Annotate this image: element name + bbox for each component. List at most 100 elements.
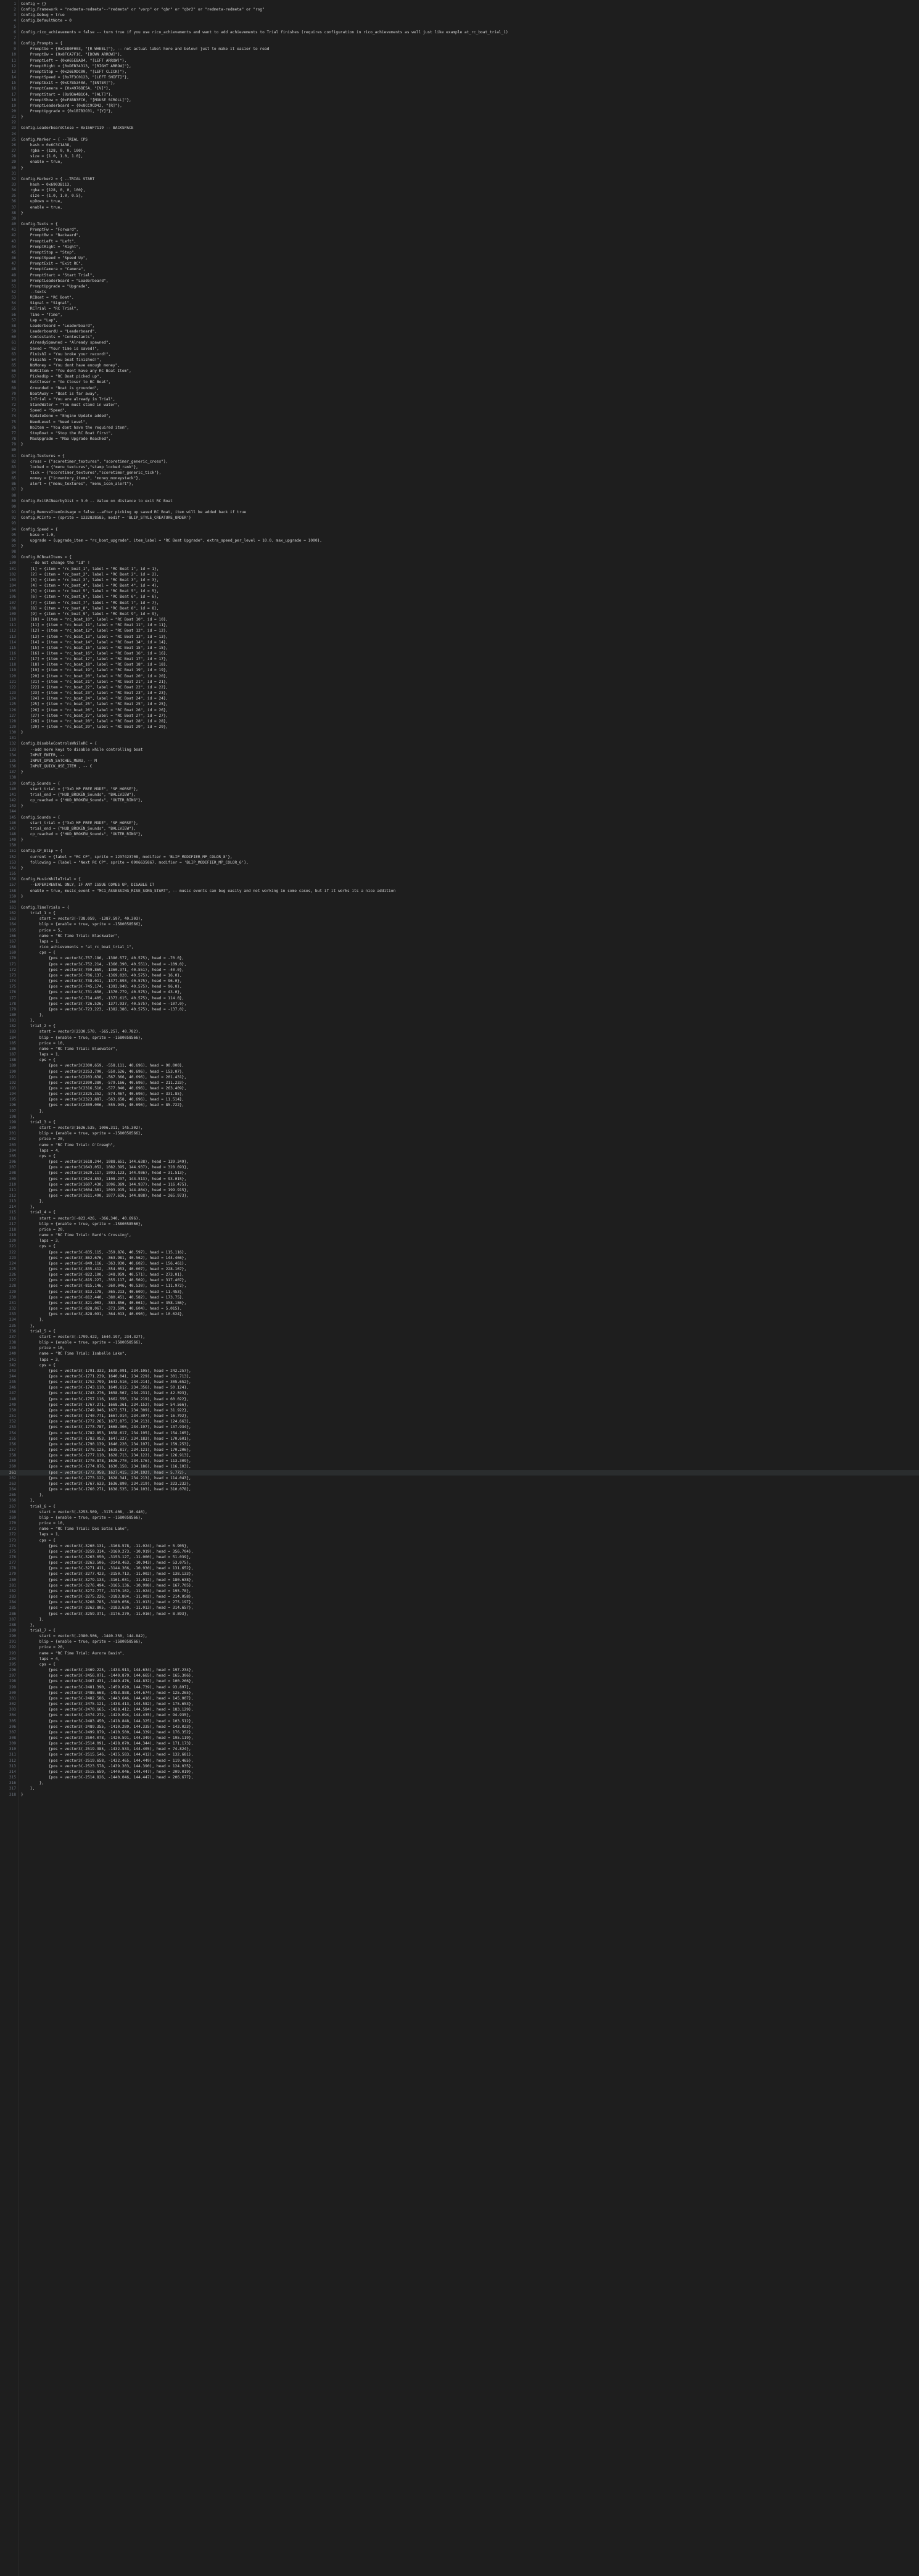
code-line[interactable]: 121 [21] = {item = "rc_boat_21", label =… <box>0 679 919 685</box>
line-text[interactable]: price = 20, <box>21 1645 65 1649</box>
code-line[interactable]: 248 {pos = vector3(-1757.116, 1662.556, … <box>0 1397 919 1402</box>
line-text[interactable]: [16] = {item = "rc_boat_16", label = "RC… <box>21 651 168 656</box>
line-text[interactable]: price = 10, <box>21 1346 65 1350</box>
code-line[interactable]: 140 start_trial = {"3xD_MP_FREE_MODE", "… <box>0 786 919 792</box>
line-text[interactable]: {pos = vector3(-3268.785, -3180.056, -11… <box>21 1600 194 1604</box>
line-text[interactable]: trial_3 = { <box>21 1120 56 1125</box>
code-line[interactable]: 51 PromptUpgrade = "Upgrade", <box>0 284 919 289</box>
code-line[interactable]: 100 --do not change the "id" ! <box>0 560 919 566</box>
code-line[interactable]: 63 FinishI = "You broke your record!", <box>0 352 919 357</box>
line-text[interactable]: {pos = vector3(-1790.139, 1640.220, 234.… <box>21 1442 191 1447</box>
code-line[interactable]: 257 {pos = vector3(-1778.125, 1635.817, … <box>0 1447 919 1453</box>
line-text[interactable]: Config.rico_achievements = false -- turn… <box>21 30 508 35</box>
code-line[interactable]: 272 laps = 1, <box>0 1532 919 1537</box>
code-line[interactable]: 217 blip = {enable = true, sprite = -158… <box>0 1221 919 1227</box>
line-text[interactable]: Leaderboard = "Leaderboard", <box>21 324 94 328</box>
code-line[interactable]: 150 <box>0 843 919 848</box>
line-text[interactable]: {pos = vector3(-3279.133, -3161.031, -11… <box>21 1578 194 1582</box>
line-text[interactable]: [11] = {item = "rc_boat_11", label = "RC… <box>21 623 168 627</box>
code-line[interactable]: 258 {pos = vector3(-1777.110, 1628.713, … <box>0 1453 919 1458</box>
line-text[interactable]: {pos = vector3(-1752.799, 1643.516, 234.… <box>21 1380 191 1384</box>
line-text[interactable]: {pos = vector3(-2482.586, -1443.646, 144… <box>21 1696 194 1701</box>
line-text[interactable]: FinishI = "You broke your record!", <box>21 352 110 357</box>
line-text[interactable]: {pos = vector3(-723.223, -1382.386, 40.5… <box>21 1007 187 1012</box>
code-line[interactable]: 265 }, <box>0 1492 919 1498</box>
line-text[interactable]: Config.Textures = { <box>21 454 65 458</box>
line-text[interactable]: }, <box>21 1781 44 1785</box>
line-text[interactable]: --do not change the "id" ! <box>21 561 90 565</box>
code-line[interactable]: 58 Leaderboard = "Leaderboard", <box>0 323 919 329</box>
line-text[interactable]: MaxUpgrade = "Max Upgrade Reached", <box>21 437 110 441</box>
code-line[interactable]: 311 {pos = vector3(-2515.546, -1435.583,… <box>0 1752 919 1757</box>
line-text[interactable]: }, <box>21 1623 35 1627</box>
line-text[interactable]: price = 10, <box>21 1041 65 1046</box>
code-line[interactable]: 296 {pos = vector3(-2469.225, -1434.913,… <box>0 1667 919 1673</box>
line-text[interactable]: }, <box>21 1013 44 1017</box>
line-text[interactable]: INPUT_QUICK_USE_ITEM , -- C <box>21 764 93 769</box>
code-line[interactable]: 72 StandWater = "You must stand in water… <box>0 402 919 408</box>
code-line[interactable]: 129 [29] = {item = "rc_boat_29", label =… <box>0 724 919 730</box>
code-line[interactable]: 274 {pos = vector3(-3260.131, -3168.578,… <box>0 1543 919 1549</box>
line-text[interactable]: {pos = vector3(2325.352, -574.467, 40.69… <box>21 1092 184 1096</box>
code-line[interactable]: 278 {pos = vector3(-3271.411, -3144.366,… <box>0 1566 919 1571</box>
line-text[interactable]: } <box>21 544 23 548</box>
code-line[interactable]: 94 Config.Speed = { <box>0 527 919 532</box>
code-line[interactable]: 122 [22] = {item = "rc_boat_22", label =… <box>0 685 919 690</box>
line-text[interactable]: enable = true, <box>21 160 62 164</box>
line-text[interactable]: {pos = vector3(-1740.771, 1667.914, 234.… <box>21 1414 189 1418</box>
code-line[interactable]: 37 enable = true, <box>0 205 919 210</box>
line-text[interactable]: name = "RC Time Trial: Isabelle Lake", <box>21 1352 127 1356</box>
line-text[interactable]: {pos = vector3(-1791.332, 1639.091, 234.… <box>21 1369 191 1373</box>
line-text[interactable]: [3] = {item = "rc_boat_3", label = "RC B… <box>21 578 159 582</box>
code-line[interactable]: 60 Contestants = "Contestants", <box>0 334 919 340</box>
line-text[interactable]: start = vector3(-823.426, -366.340, 40.6… <box>21 1216 141 1221</box>
code-line[interactable]: 5 <box>0 24 919 30</box>
line-text[interactable]: price = 5, <box>21 928 62 933</box>
code-line[interactable]: 318} <box>0 1792 919 1798</box>
line-text[interactable]: name = "RC Time Trial: Blackwater", <box>21 934 120 938</box>
line-text[interactable]: Config = {} <box>21 2 46 6</box>
code-line[interactable]: 251 {pos = vector3(-1740.771, 1667.914, … <box>0 1413 919 1419</box>
line-text[interactable]: [17] = {item = "rc_boat_17", label = "RC… <box>21 657 168 661</box>
code-line[interactable]: 81 Config.Textures = { <box>0 453 919 459</box>
code-line[interactable]: 288 }, <box>0 1622 919 1628</box>
code-line[interactable]: 69 Grounded = "Boat is grounded", <box>0 386 919 391</box>
code-line[interactable]: 172 {pos = vector3(-709.869, -1360.371, … <box>0 967 919 973</box>
line-text[interactable]: PromptStart = {0x9DA4B1C4, "[ALT]"}, <box>21 93 113 97</box>
line-text[interactable]: trial_4 = { <box>21 1210 56 1215</box>
line-text[interactable]: Config.LeaderboardClose = 0x156F7119 -- … <box>21 126 134 130</box>
code-line[interactable]: 144 <box>0 809 919 814</box>
line-text[interactable]: }, <box>21 1324 35 1328</box>
code-line[interactable]: 33 hash = 0x6903B113, <box>0 182 919 188</box>
line-text[interactable]: {pos = vector3(-1767.271, 1668.361, 234.… <box>21 1403 189 1407</box>
code-line[interactable]: 166 name = "RC Time Trial: Blackwater", <box>0 933 919 939</box>
code-line[interactable]: 19 PromptLeaderboard = {0x8CC9CD42, "[R]… <box>0 103 919 109</box>
code-line[interactable]: 97} <box>0 543 919 549</box>
code-line[interactable]: 104 [4] = {item = "rc_boat_4", label = "… <box>0 583 919 588</box>
line-text[interactable]: {pos = vector3(-3271.411, -3144.366, -10… <box>21 1566 194 1571</box>
code-line[interactable]: 253 {pos = vector3(-1773.787, 1668.306, … <box>0 1424 919 1430</box>
code-line[interactable]: 54 Signal = "Signal", <box>0 300 919 306</box>
line-text[interactable]: Config.CP_Blip = { <box>21 849 62 853</box>
line-text[interactable]: blip = {enable = true, sprite = -1580058… <box>21 1131 143 1136</box>
line-text[interactable]: laps = 1, <box>21 1052 60 1057</box>
code-line[interactable]: 165 price = 5, <box>0 928 919 933</box>
line-text[interactable]: {pos = vector3(1618.344, 1088.651, 144.6… <box>21 1160 189 1164</box>
code-line[interactable]: 26 hash = 0x6C3C1A38, <box>0 142 919 148</box>
code-line[interactable]: 79} <box>0 442 919 447</box>
code-line[interactable]: 230 {pos = vector3(-812.440, -380.451, 4… <box>0 1295 919 1300</box>
line-text[interactable]: [2] = {item = "rc_boat_2", label = "RC B… <box>21 572 159 577</box>
code-line[interactable]: 108 [8] = {item = "rc_boat_8", label = "… <box>0 606 919 611</box>
code-line[interactable]: 235 }, <box>0 1323 919 1329</box>
code-line[interactable]: 103 [3] = {item = "rc_boat_3", label = "… <box>0 577 919 583</box>
line-text[interactable]: }, <box>21 1109 44 1113</box>
code-line[interactable]: 238 blip = {enable = true, sprite = -158… <box>0 1340 919 1345</box>
code-line[interactable]: 42 PromptBw = "Backward", <box>0 233 919 238</box>
code-line[interactable]: 268 start = vector3(-3253.569, -3175.408… <box>0 1509 919 1515</box>
code-line[interactable]: 65 NoMoney = "You dont have enough money… <box>0 363 919 368</box>
code-line[interactable]: 61 AlreadySpawned = "Already spawned", <box>0 340 919 345</box>
line-text[interactable]: cps = { <box>21 1058 56 1062</box>
line-text[interactable]: {pos = vector3(2316.510, -577.040, 40.69… <box>21 1086 187 1091</box>
line-text[interactable]: Contestants = "Contestants", <box>21 335 94 339</box>
code-line[interactable]: 84 tick = {"scoretimer_textures","scoret… <box>0 470 919 476</box>
